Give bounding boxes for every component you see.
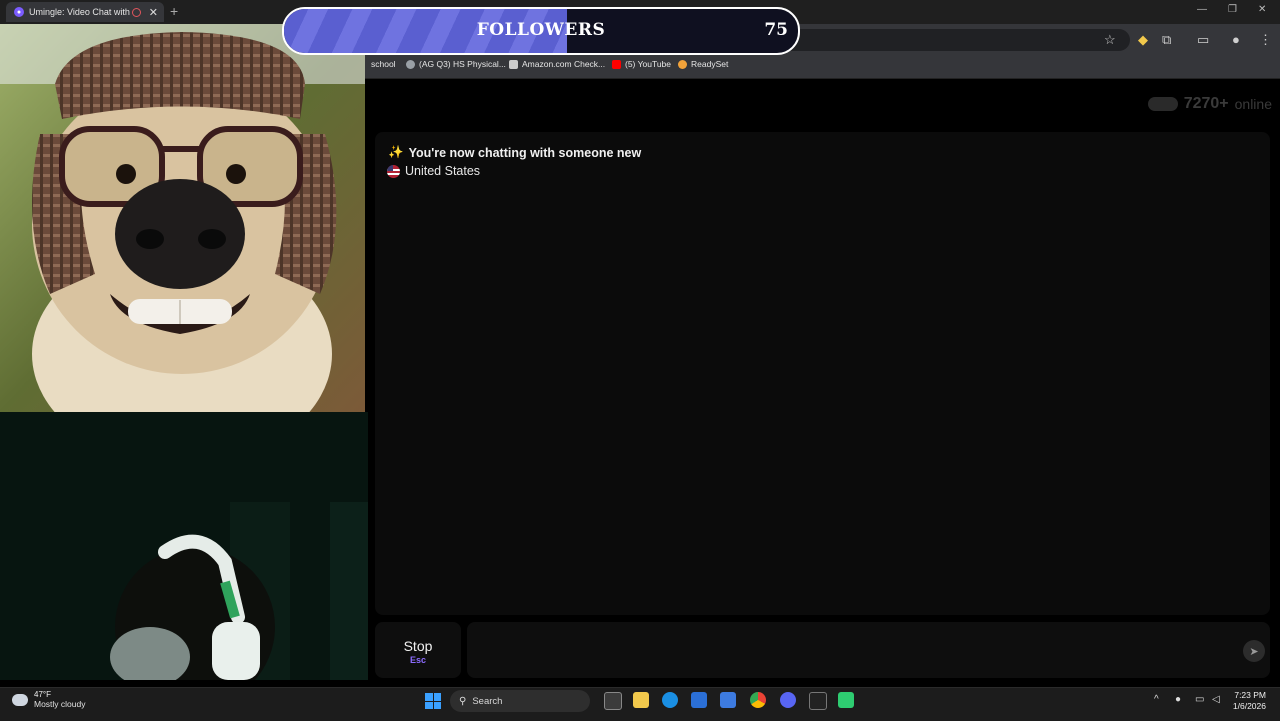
send-icon[interactable]: ➤	[1243, 640, 1265, 662]
stop-button[interactable]: Stop Esc	[375, 622, 461, 678]
network-icon[interactable]: ▭	[1195, 694, 1204, 705]
taskbar-search[interactable]: ⚲ Search	[450, 690, 590, 712]
webcam-person-image	[0, 412, 368, 680]
bookmark-youtube[interactable]: (5) YouTube	[612, 59, 671, 69]
tab-close-icon[interactable]: ✕	[149, 6, 158, 19]
app-icon[interactable]	[838, 692, 854, 708]
cloud-icon	[12, 693, 28, 706]
windows-start-icon[interactable]	[425, 693, 441, 709]
online-count: 7270+	[1183, 95, 1229, 112]
theme-toggle[interactable]	[1147, 97, 1178, 111]
bookmark-school[interactable]: school	[371, 59, 396, 69]
microphone-icon[interactable]: ●	[1175, 694, 1181, 705]
stranger-country: United States	[387, 164, 480, 178]
outlook-icon[interactable]	[691, 692, 707, 708]
bookmark-1-label: (AG Q3) HS Physical...	[419, 59, 506, 69]
bookmark-2-label: Amazon.com Check...	[522, 59, 606, 69]
chrome-icon[interactable]	[750, 692, 766, 708]
umingle-favicon-icon: ●	[14, 7, 24, 17]
taskbar-search-label: Search	[472, 695, 503, 707]
chat-log-panel	[375, 132, 1270, 615]
bookmark-readyset[interactable]: ReadySet	[678, 59, 728, 69]
weather-condition: Mostly cloudy	[34, 699, 86, 709]
bookmark-4-label: ReadySet	[691, 59, 729, 69]
youtube-icon	[612, 59, 621, 69]
message-input[interactable]	[467, 622, 1270, 678]
extensions-puzzle-icon[interactable]: ⧉	[1162, 32, 1171, 48]
task-view-icon[interactable]	[604, 692, 622, 710]
search-icon: ⚲	[459, 695, 467, 707]
edge-icon[interactable]	[662, 692, 678, 708]
bookmark-physical[interactable]: (AG Q3) HS Physical...	[406, 59, 506, 69]
clock-date: 1/6/2026	[1232, 701, 1266, 711]
bookmark-amazon[interactable]: Amazon.com Check...	[509, 59, 605, 69]
chat-status-text: You're now chatting with someone new	[408, 145, 642, 160]
stop-label: Stop	[403, 638, 433, 654]
temperature: 47°F	[34, 690, 51, 699]
browser-menu-icon[interactable]: ⋮	[1259, 32, 1272, 48]
obs-icon[interactable]	[809, 692, 827, 710]
taskbar-clock[interactable]: 7:23 PM 1/6/2026	[1233, 690, 1266, 712]
self-webcam-video	[0, 412, 368, 680]
bookmark-0-label: school	[371, 59, 396, 69]
online-label: online	[1234, 96, 1272, 112]
dog-with-glasses-image	[0, 24, 365, 412]
clock-time: 7:23 PM	[1234, 690, 1266, 700]
country-name: United States	[405, 164, 481, 178]
volume-icon[interactable]: ◁	[1212, 694, 1220, 705]
maximize-icon[interactable]: ❐	[1228, 4, 1237, 15]
stranger-video	[0, 24, 365, 412]
bookmark-3-label: (5) YouTube	[625, 59, 671, 69]
cast-icon[interactable]: ▭	[1197, 32, 1209, 48]
tab-title: Umingle: Video Chat with S	[29, 7, 132, 17]
chat-status-message: ✨ You're now chatting with someone new	[388, 145, 641, 160]
stop-shortcut: Esc	[409, 655, 426, 665]
online-counter: 7270+ online	[1147, 95, 1272, 113]
minimize-icon[interactable]: —	[1197, 4, 1207, 15]
readyset-icon	[678, 59, 687, 69]
amazon-icon	[509, 59, 518, 69]
browser-tab-umingle[interactable]: ● Umingle: Video Chat with S ✕	[6, 2, 164, 22]
store-icon[interactable]	[720, 692, 736, 708]
us-flag-icon	[387, 164, 400, 178]
window-close-icon[interactable]: ✕	[1258, 4, 1266, 15]
followers-goal-bar: FOLLOWERS 75	[282, 7, 800, 55]
globe-icon	[406, 59, 415, 69]
tray-overflow-icon[interactable]: ^	[1154, 694, 1159, 705]
new-tab-button[interactable]: +	[170, 3, 178, 19]
weather-widget[interactable]: 47°F Mostly cloudy	[12, 690, 86, 709]
profile-avatar-icon[interactable]: ●	[1232, 32, 1240, 47]
recording-indicator-icon	[131, 7, 141, 17]
sparkles-icon: ✨	[388, 145, 404, 159]
file-explorer-icon[interactable]	[633, 692, 649, 708]
discord-icon[interactable]	[780, 692, 796, 708]
followers-label: FOLLOWERS	[476, 20, 606, 40]
extension-icon[interactable]: ◆	[1138, 32, 1148, 48]
followers-count: 75	[764, 20, 788, 40]
bookmark-star-icon[interactable]: ☆	[1104, 32, 1116, 48]
